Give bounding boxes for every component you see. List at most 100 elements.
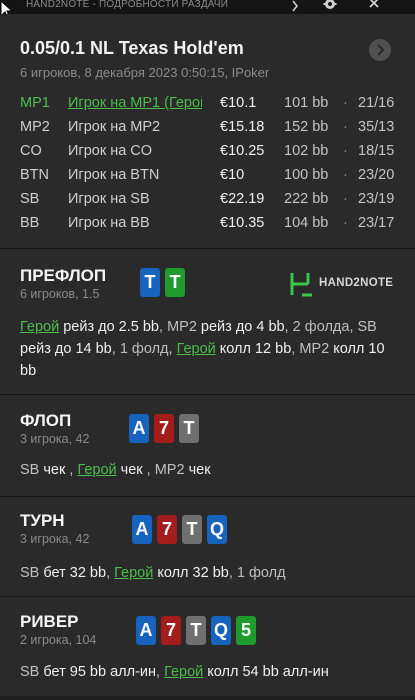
- fold-count: 1 фолд: [119, 341, 169, 357]
- separator-dot: ·: [343, 119, 348, 135]
- player-label: SB: [20, 462, 40, 478]
- player-position: SB: [20, 191, 40, 207]
- player-stack-bb: 100 bb: [284, 167, 329, 183]
- separator-dot: ·: [343, 191, 348, 207]
- separator-dot: ·: [343, 167, 348, 183]
- player-position: MP1: [20, 95, 50, 111]
- player-position: MP2: [20, 119, 50, 135]
- player-name[interactable]: Игрок на SB: [68, 191, 202, 207]
- next-hand-chevron-right-icon[interactable]: [288, 0, 302, 12]
- player-label: SB: [20, 664, 40, 680]
- close-icon[interactable]: [366, 0, 382, 12]
- player-stats: 18/15: [358, 143, 395, 159]
- hero-player-link[interactable]: Герой: [114, 565, 153, 581]
- game-subtitle: 6 игроков, 8 декабря 2023 0:50:15, IPoke…: [20, 65, 270, 80]
- player-label: SB: [20, 565, 40, 581]
- player-stack: €10.35: [220, 215, 265, 231]
- player-name[interactable]: Игрок на BB: [68, 215, 202, 231]
- player-row[interactable]: BTN Игрок на BTN €10 100 bb · 23/20: [0, 167, 415, 191]
- player-stack: €10: [220, 167, 245, 183]
- card: T: [140, 268, 160, 297]
- player-row[interactable]: MP2 Игрок на MP2 €15.18 152 bb · 35/13: [0, 119, 415, 143]
- action-separator: ,: [111, 341, 120, 357]
- player-row[interactable]: MP1 Игрок на MP1 (Герой) €10.1 101 bb · …: [0, 95, 415, 119]
- river-actions: SB бет 95 bb алл-ин, Герой колл 54 bb ал…: [20, 661, 400, 683]
- separator-dot: ·: [343, 95, 348, 111]
- flop-actions: SB чек , Герой чек , MP2 чек: [20, 459, 400, 481]
- window-title: HAND2NOTE - ПОДРОБНОСТИ РАЗДАЧИ: [26, 0, 229, 10]
- player-stack-bb: 152 bb: [284, 119, 329, 135]
- player-row[interactable]: BB Игрок на BB €10.35 104 bb · 23/17: [0, 215, 415, 239]
- separator-dot: ·: [343, 143, 348, 159]
- action-text: колл 54 bb алл-ин: [203, 664, 329, 680]
- card: A: [129, 414, 149, 443]
- action-text: колл 12 bb: [215, 341, 292, 357]
- player-stats: 23/19: [358, 191, 395, 207]
- action-text: колл 32 bb: [153, 565, 229, 581]
- player-label: MP2: [299, 341, 330, 357]
- player-stack: €22.19: [220, 191, 265, 207]
- chevron-right-icon: [377, 44, 385, 56]
- player-stack: €10.25: [220, 143, 265, 159]
- player-stack-bb: 102 bb: [284, 143, 329, 159]
- action-text: чек: [184, 462, 211, 478]
- hero-player-link[interactable]: Герой: [164, 664, 203, 680]
- hand2note-logo-icon: [290, 273, 312, 297]
- card: 7: [157, 515, 177, 544]
- player-row[interactable]: CO Игрок на CO €10.25 102 bb · 18/15: [0, 143, 415, 167]
- action-separator: ,: [349, 319, 358, 335]
- action-text: чек: [116, 462, 143, 478]
- player-stats: 35/13: [358, 119, 395, 135]
- player-stack: €15.18: [220, 119, 265, 135]
- river-subtitle: 2 игрока, 104: [20, 633, 97, 647]
- action-separator: ,: [159, 319, 168, 335]
- gear-icon[interactable]: [321, 0, 339, 12]
- action-separator: ,: [142, 462, 155, 478]
- hero-player-link[interactable]: Герой: [177, 341, 216, 357]
- player-stack-bb: 222 bb: [284, 191, 329, 207]
- next-hand-button[interactable]: [369, 39, 391, 61]
- player-stack-bb: 104 bb: [284, 215, 329, 231]
- card: T: [165, 268, 185, 297]
- hero-player-link[interactable]: Герой: [20, 319, 59, 335]
- player-label: MP2: [154, 462, 185, 478]
- player-name[interactable]: Игрок на MP2: [68, 119, 202, 135]
- action-text: рейз до 4 bb: [196, 319, 285, 335]
- flop-subtitle: 3 игрока, 42: [20, 432, 90, 446]
- player-stats: 21/16: [358, 95, 395, 111]
- player-position: CO: [20, 143, 42, 159]
- turn-actions: SB бет 32 bb, Герой колл 32 bb, 1 фолд: [20, 562, 400, 584]
- action-text: чек: [39, 462, 66, 478]
- card: T: [186, 616, 206, 645]
- player-label: SB: [357, 319, 377, 335]
- player-stack: €10.1: [220, 95, 257, 111]
- action-separator: ,: [228, 565, 237, 581]
- turn-title: ТУРН: [20, 511, 65, 530]
- logo-text: HAND2NOTE: [319, 277, 394, 289]
- card: Q: [211, 616, 231, 645]
- preflop-subtitle: 6 игроков, 1.5: [20, 287, 100, 301]
- player-position: BB: [20, 215, 40, 231]
- action-separator: ,: [65, 462, 78, 478]
- fold-count: 1 фолд: [236, 565, 286, 581]
- player-name-link[interactable]: Игрок на MP1 (Герой): [68, 95, 202, 111]
- hero-player-link[interactable]: Герой: [77, 462, 116, 478]
- player-name[interactable]: Игрок на CO: [68, 143, 202, 159]
- action-text: бет 95 bb алл-ин: [39, 664, 157, 680]
- player-name[interactable]: Игрок на BTN: [68, 167, 202, 183]
- action-separator: ,: [284, 319, 293, 335]
- action-separator: ,: [168, 341, 177, 357]
- player-position: BTN: [20, 167, 49, 183]
- action-separator: ,: [156, 664, 165, 680]
- preflop-title: ПРЕФЛОП: [20, 266, 107, 285]
- card: 7: [154, 414, 174, 443]
- action-separator: ,: [106, 565, 115, 581]
- player-row[interactable]: SB Игрок на SB €22.19 222 bb · 23/19: [0, 191, 415, 215]
- player-stack-bb: 101 bb: [284, 95, 329, 111]
- hand2note-logo: HAND2NOTE: [289, 271, 393, 297]
- flop-title: ФЛОП: [20, 411, 72, 430]
- action-text: бет 32 bb: [39, 565, 107, 581]
- card: A: [136, 616, 156, 645]
- card: 7: [161, 616, 181, 645]
- card: T: [179, 414, 199, 443]
